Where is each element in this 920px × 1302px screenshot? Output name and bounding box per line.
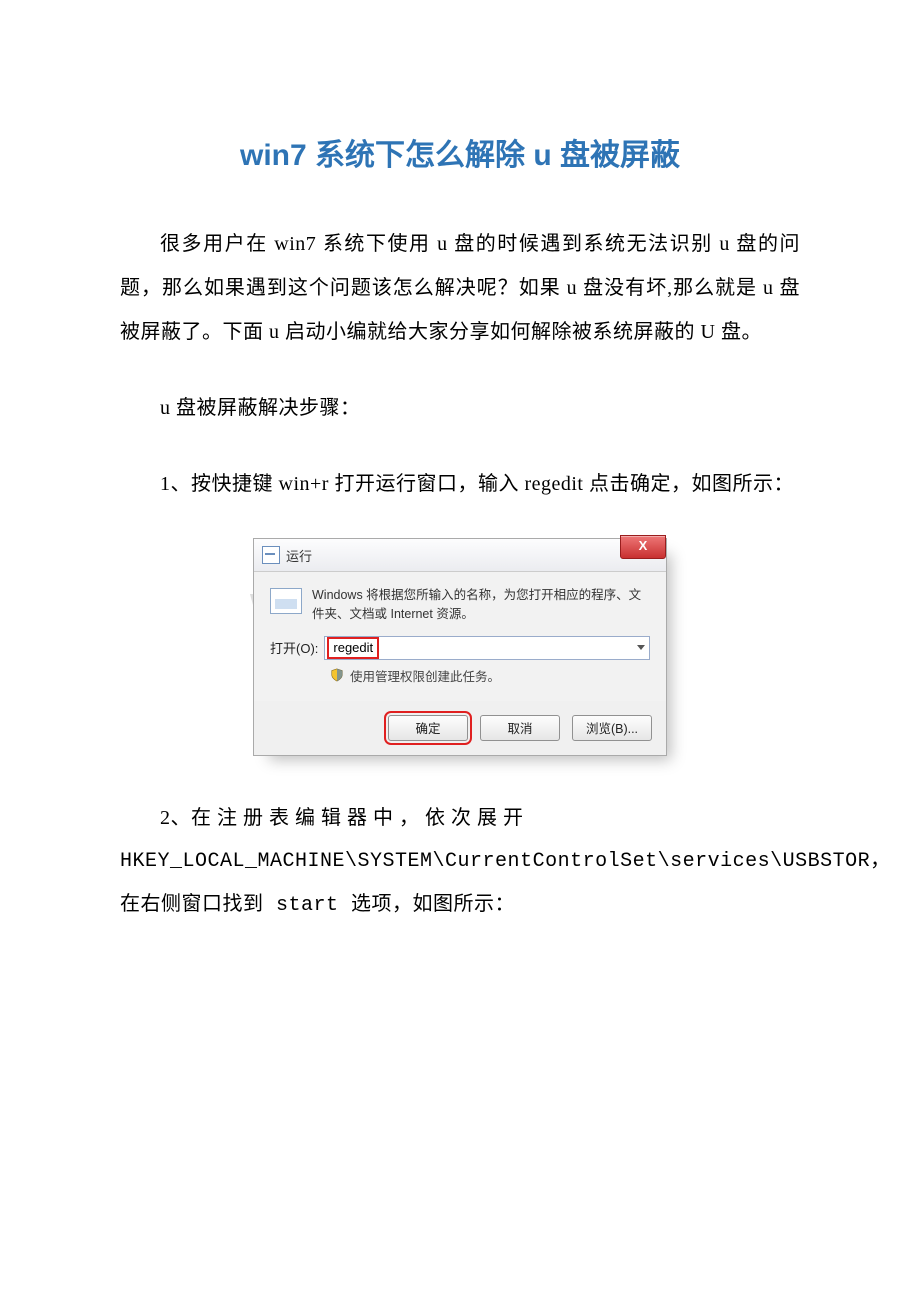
- dialog-button-row: 确定 取消 浏览(B)...: [254, 701, 666, 755]
- shield-text: 使用管理权限创建此任务。: [350, 666, 500, 685]
- paragraph-steps-heading: u 盘被屏蔽解决步骤：: [120, 386, 800, 430]
- open-input-value[interactable]: regedit: [333, 640, 373, 655]
- cancel-button[interactable]: 取消: [480, 715, 560, 741]
- run-dialog-window: 运行 X Windows 将根据您所输入的名称，为您打开相应的程序、文件夹、文档…: [253, 538, 667, 756]
- paragraph-step-2-lead: 2、在 注 册 表 编 辑 器 中 ， 依 次 展 开: [120, 796, 800, 840]
- browse-button[interactable]: 浏览(B)...: [572, 715, 652, 741]
- open-label: 打开(O):: [270, 638, 318, 657]
- paragraph-intro: 很多用户在 win7 系统下使用 u 盘的时候遇到系统无法识别 u 盘的问题，那…: [120, 222, 800, 354]
- open-combobox[interactable]: regedit: [324, 636, 650, 660]
- dialog-description: Windows 将根据您所输入的名称，为您打开相应的程序、文件夹、文档或 Int…: [312, 586, 650, 624]
- dialog-titlebar: 运行 X: [254, 539, 666, 572]
- run-program-icon: [270, 588, 302, 614]
- figure-run-dialog: 运行 X Windows 将根据您所输入的名称，为您打开相应的程序、文件夹、文档…: [120, 538, 800, 756]
- close-button[interactable]: X: [620, 535, 666, 559]
- shield-icon: [330, 668, 344, 682]
- combobox-arrow-icon[interactable]: [637, 645, 645, 650]
- paragraph-step-2-path: HKEY_LOCAL_MACHINE\SYSTEM\CurrentControl…: [120, 840, 800, 928]
- dialog-title-text: 运行: [286, 546, 312, 565]
- dialog-body: Windows 将根据您所输入的名称，为您打开相应的程序、文件夹、文档或 Int…: [254, 572, 666, 701]
- open-input-highlight: regedit: [327, 637, 379, 659]
- paragraph-step-1: 1、按快捷键 win+r 打开运行窗口，输入 regedit 点击确定，如图所示…: [120, 462, 800, 506]
- document-title: win7 系统下怎么解除 u 盘被屏蔽: [120, 130, 800, 174]
- run-title-icon: [262, 546, 280, 564]
- ok-button[interactable]: 确定: [388, 715, 468, 741]
